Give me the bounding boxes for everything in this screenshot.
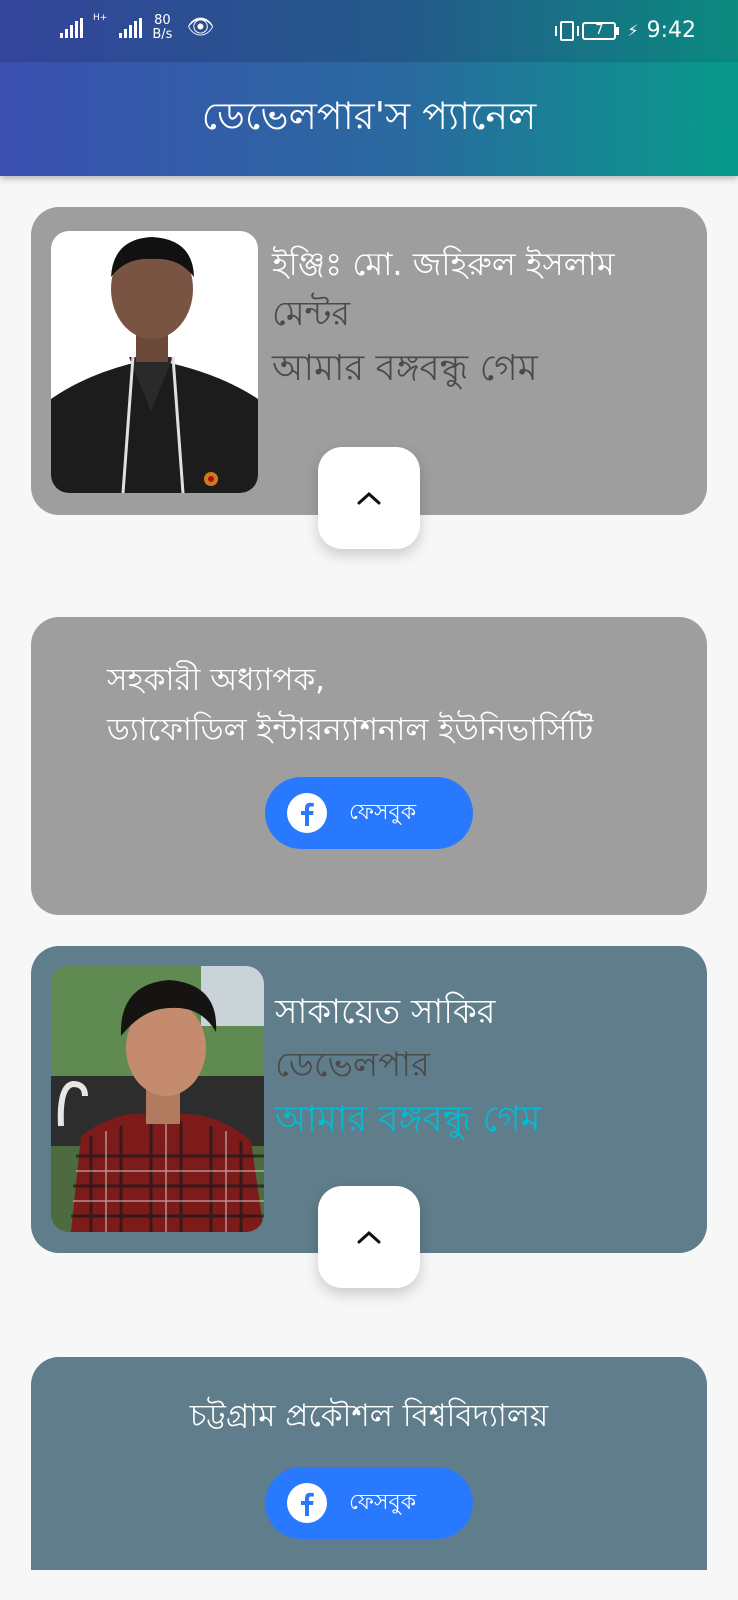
mentor-info: ইঞ্জিঃ মো. জহিরুল ইসলাম মেন্টর আমার বঙ্গ…	[272, 241, 615, 397]
chevron-up-icon	[357, 491, 381, 505]
facebook-icon	[287, 793, 327, 833]
network-speed-value: 80	[154, 13, 171, 28]
developer-photo	[51, 966, 264, 1232]
charging-icon: ⚡	[627, 21, 639, 40]
developer-app-name: আমার বঙ্গবন্ধু গেম	[275, 1099, 541, 1140]
chevron-up-icon	[357, 1230, 381, 1244]
mentor-designation: সহকারী অধ্যাপক,	[107, 662, 326, 698]
mentor-role: মেন্টর	[272, 294, 351, 334]
battery-icon: 7	[582, 21, 620, 40]
status-bar: H+ 80 B/s 👁 7 ⚡ 9:42	[0, 0, 738, 62]
battery-level: 7	[582, 21, 617, 40]
mentor-institution: ড্যাফোডিল ইন্টারন্যাশনাল ইউনিভার্সিটি	[107, 712, 594, 748]
network-speed-unit: B/s	[152, 27, 173, 42]
mentor-collapse-button[interactable]	[318, 447, 420, 549]
page-title: ডেভেলপার'স প্যানেল	[201, 94, 537, 138]
vibrate-icon	[555, 20, 580, 41]
mentor-app-name: আমার বঙ্গবন্ধু গেম	[272, 348, 538, 389]
developer-details-card: চট্টগ্রাম প্রকৌশল বিশ্ববিদ্যালয় ফেসবুক	[31, 1357, 707, 1570]
developer-role: ডেভেলপার	[275, 1045, 430, 1085]
developer-collapse-button[interactable]	[318, 1186, 420, 1288]
developer-facebook-button[interactable]: ফেসবুক	[265, 1467, 473, 1539]
facebook-icon	[287, 1483, 327, 1523]
network-speed: 80 B/s	[152, 14, 172, 42]
app-bar: ডেভেলপার'স প্যানেল	[0, 62, 738, 176]
developer-name: সাকায়েত সাকির	[275, 992, 496, 1032]
developer-info: সাকায়েত সাকির ডেভেলপার আমার বঙ্গবন্ধু গ…	[275, 986, 541, 1148]
clock: 9:42	[646, 18, 696, 43]
mentor-photo	[51, 231, 258, 493]
developer-institution: চট্টগ্রাম প্রকৌশল বিশ্ববিদ্যালয়	[189, 1398, 549, 1434]
facebook-label: ফেসবুক	[349, 799, 417, 825]
signal-icon-2	[119, 18, 143, 38]
mentor-name: ইঞ্জিঃ মো. জহিরুল ইসলাম	[272, 245, 615, 283]
mentor-facebook-button[interactable]: ফেসবুক	[265, 777, 473, 849]
eye-icon: 👁	[186, 15, 215, 40]
facebook-label: ফেসবুক	[349, 1489, 417, 1515]
signal-icon	[60, 18, 83, 38]
mentor-details-card: সহকারী অধ্যাপক, ড্যাফোডিল ইন্টারন্যাশনাল…	[31, 617, 707, 915]
network-type: H+	[93, 13, 108, 23]
